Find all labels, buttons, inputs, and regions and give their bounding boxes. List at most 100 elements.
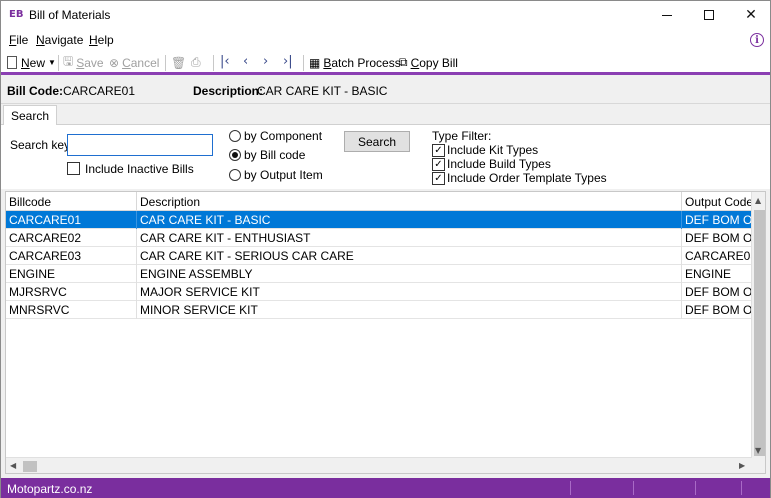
radio-by-bill-code[interactable] [229,149,241,161]
scroll-up-icon[interactable]: ▲ [755,196,761,205]
bill-of-materials-window: EB Bill of Materials ✕ File Navigate Hel… [0,0,771,498]
delete-button[interactable]: 🗑 [171,54,189,71]
close-button[interactable]: ✕ [728,1,771,29]
save-icon: 🖫 [63,54,74,68]
cell-output-code: DEF BOM OUTPUT [685,213,752,227]
previous-record-icon[interactable]: ‹ [243,54,248,69]
status-divider [695,481,696,495]
table-row[interactable]: CARCARE03 CAR CARE KIT - SERIOUS CAR CAR… [6,247,752,265]
toolbar-divider [58,55,59,71]
cell-billcode: CARCARE03 [6,247,137,265]
cell-output-code: DEF BOM OUTPUT [685,285,752,299]
title-bar: EB Bill of Materials ✕ [1,1,770,29]
cell-description: CAR CARE KIT - SERIOUS CAR CARE [137,247,682,265]
cell-billcode: CARCARE01 [6,211,137,229]
include-build-types-label: Include Build Types [447,157,551,171]
cell-description: CAR CARE KIT - ENTHUSIAST [137,229,682,247]
table-row[interactable]: MNRSRVC MINOR SERVICE KIT DEF BOM OUTPUT [6,301,752,319]
table-row[interactable]: ENGINE ENGINE ASSEMBLY ENGINE [6,265,752,283]
toolbar: New ▼ 🖫 Save ⊗ Cancel 🗑 ⎙ |‹ ‹ › ›| ▦ Ba… [1,50,770,75]
column-header-output-code[interactable]: Output Code [682,192,752,211]
radio-by-output-item[interactable] [229,169,241,181]
scroll-right-icon[interactable]: ▶ [739,461,745,470]
search-key-label: Search key: [10,138,74,152]
scroll-left-icon[interactable]: ◀ [10,461,16,470]
save-button-label: Save [76,55,104,70]
app-logo-icon: EB [9,9,24,20]
cell-description: MAJOR SERVICE KIT [137,283,682,301]
column-header-description[interactable]: Description [137,192,682,211]
info-icon[interactable]: i [750,33,764,47]
maximize-button[interactable] [686,1,732,29]
include-order-template-types-label: Include Order Template Types [447,171,607,185]
bill-code-label: Bill Code: [7,84,63,98]
cell-billcode: MNRSRVC [6,301,137,319]
search-input[interactable] [67,134,213,156]
last-record-icon[interactable]: ›| [283,54,293,69]
table-row[interactable]: CARCARE02 CAR CARE KIT - ENTHUSIAST DEF … [6,229,752,247]
table-row[interactable]: MJRSRVC MAJOR SERVICE KIT DEF BOM OUTPUT [6,283,752,301]
batch-process-button[interactable]: ▦ Batch Process [309,54,401,71]
cell-billcode: MJRSRVC [6,283,137,301]
cell-billcode: CARCARE02 [6,229,137,247]
radio-by-bill-code-label: by Bill code [244,148,306,162]
cancel-button[interactable]: ⊗ Cancel [109,54,159,71]
table-row[interactable]: CARCARE01 CAR CARE KIT - BASIC DEF BOM O… [6,211,752,229]
print-button[interactable]: ⎙ [191,54,204,71]
status-bar: Motopartz.co.nz [1,478,770,498]
include-inactive-label: Include Inactive Bills [85,162,194,176]
copy-bill-label: Copy Bill [410,55,458,70]
next-record-icon[interactable]: › [263,54,268,69]
minimize-button[interactable] [644,1,690,29]
menu-bar: File Navigate Help i [1,29,770,50]
type-filter-label: Type Filter: [432,129,492,143]
cell-description: ENGINE ASSEMBLY [137,265,682,283]
chevron-down-icon[interactable]: ▼ [48,58,56,67]
bill-info-bar: Bill Code: CARCARE01 Description: CAR CA… [1,78,770,104]
include-kit-types-label: Include Kit Types [447,143,539,157]
include-order-template-types-checkbox[interactable]: ✓ [432,172,445,185]
bill-code-value: CARCARE01 [63,84,136,98]
status-divider [570,481,571,495]
menu-file[interactable]: File [9,33,28,47]
cell-description: CAR CARE KIT - BASIC [137,211,682,229]
radio-by-component[interactable] [229,130,241,142]
search-button[interactable]: Search [344,131,410,152]
include-build-types-checkbox[interactable]: ✓ [432,158,445,171]
cancel-button-label: Cancel [122,55,160,70]
scroll-down-icon[interactable]: ▼ [755,446,761,455]
status-divider [741,481,742,495]
horizontal-scrollbar[interactable]: ◀ ▶ [6,457,752,473]
description-label: Description: [193,84,264,98]
horizontal-scroll-thumb[interactable] [23,461,37,472]
new-button[interactable]: New ▼ [7,54,56,71]
vertical-scroll-thumb[interactable] [754,210,765,456]
radio-by-component-label: by Component [244,129,323,143]
menu-help[interactable]: Help [89,33,114,47]
include-inactive-checkbox[interactable] [67,162,80,175]
minimize-icon [662,14,672,16]
cell-output-code: CARCARE03 [685,249,752,263]
toolbar-divider [213,55,214,71]
copy-bill-button[interactable]: ⧉ Copy Bill [399,54,458,71]
vertical-scrollbar[interactable]: ▲ ▼ [751,192,765,473]
printer-icon: ⎙ [191,55,201,69]
toolbar-divider [165,55,166,71]
include-kit-types-checkbox[interactable]: ✓ [432,144,445,157]
column-header-billcode[interactable]: Billcode [6,192,137,211]
first-record-icon[interactable]: |‹ [220,54,230,69]
tab-strip: Search [1,105,770,126]
cell-output-code: DEF BOM OUTPUT [685,303,752,317]
cell-output-code: ENGINE [685,267,732,281]
description-value: CAR CARE KIT - BASIC [257,84,388,98]
cell-output-code: DEF BOM OUTPUT [685,231,752,245]
cell-description: MINOR SERVICE KIT [137,301,682,319]
menu-navigate[interactable]: Navigate [36,33,83,47]
maximize-icon [704,10,714,20]
batch-icon: ▦ [309,55,321,70]
save-button[interactable]: 🖫 Save [63,54,104,71]
radio-by-output-item-label: by Output Item [244,168,323,182]
tab-search[interactable]: Search [3,105,58,126]
toolbar-divider [303,55,304,71]
new-document-icon [7,56,17,69]
